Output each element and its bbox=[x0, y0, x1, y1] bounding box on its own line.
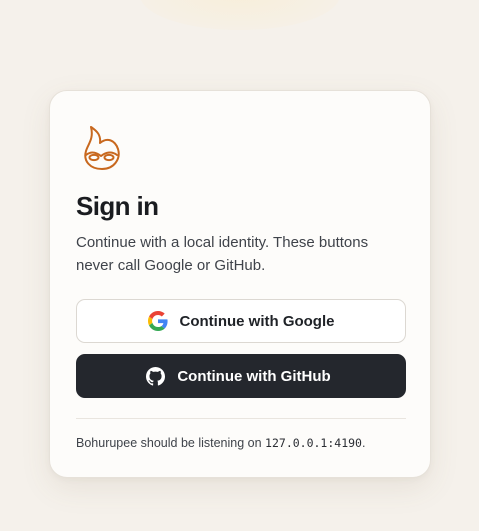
divider bbox=[76, 418, 406, 419]
github-button-label: Continue with GitHub bbox=[177, 367, 331, 385]
google-icon bbox=[147, 311, 168, 331]
github-icon bbox=[145, 366, 165, 386]
mask-flame-icon bbox=[81, 123, 123, 173]
server-status-note: Bohurupee should be listening on 127.0.0… bbox=[76, 436, 365, 450]
continue-with-github-button[interactable]: Continue with GitHub bbox=[76, 354, 406, 398]
google-button-label: Continue with Google bbox=[179, 312, 335, 330]
status-prefix: Bohurupee should be listening on bbox=[76, 436, 266, 450]
server-address: 127.0.0.1:4190 bbox=[265, 436, 362, 450]
page-title: Sign in bbox=[76, 191, 159, 221]
sign-in-card: Sign in Continue with a local identity. … bbox=[49, 90, 431, 478]
background-glow bbox=[140, 0, 340, 30]
status-suffix: . bbox=[361, 436, 366, 450]
page-subtitle: Continue with a local identity. These bu… bbox=[76, 234, 369, 274]
continue-with-google-button[interactable]: Continue with Google bbox=[76, 299, 406, 343]
